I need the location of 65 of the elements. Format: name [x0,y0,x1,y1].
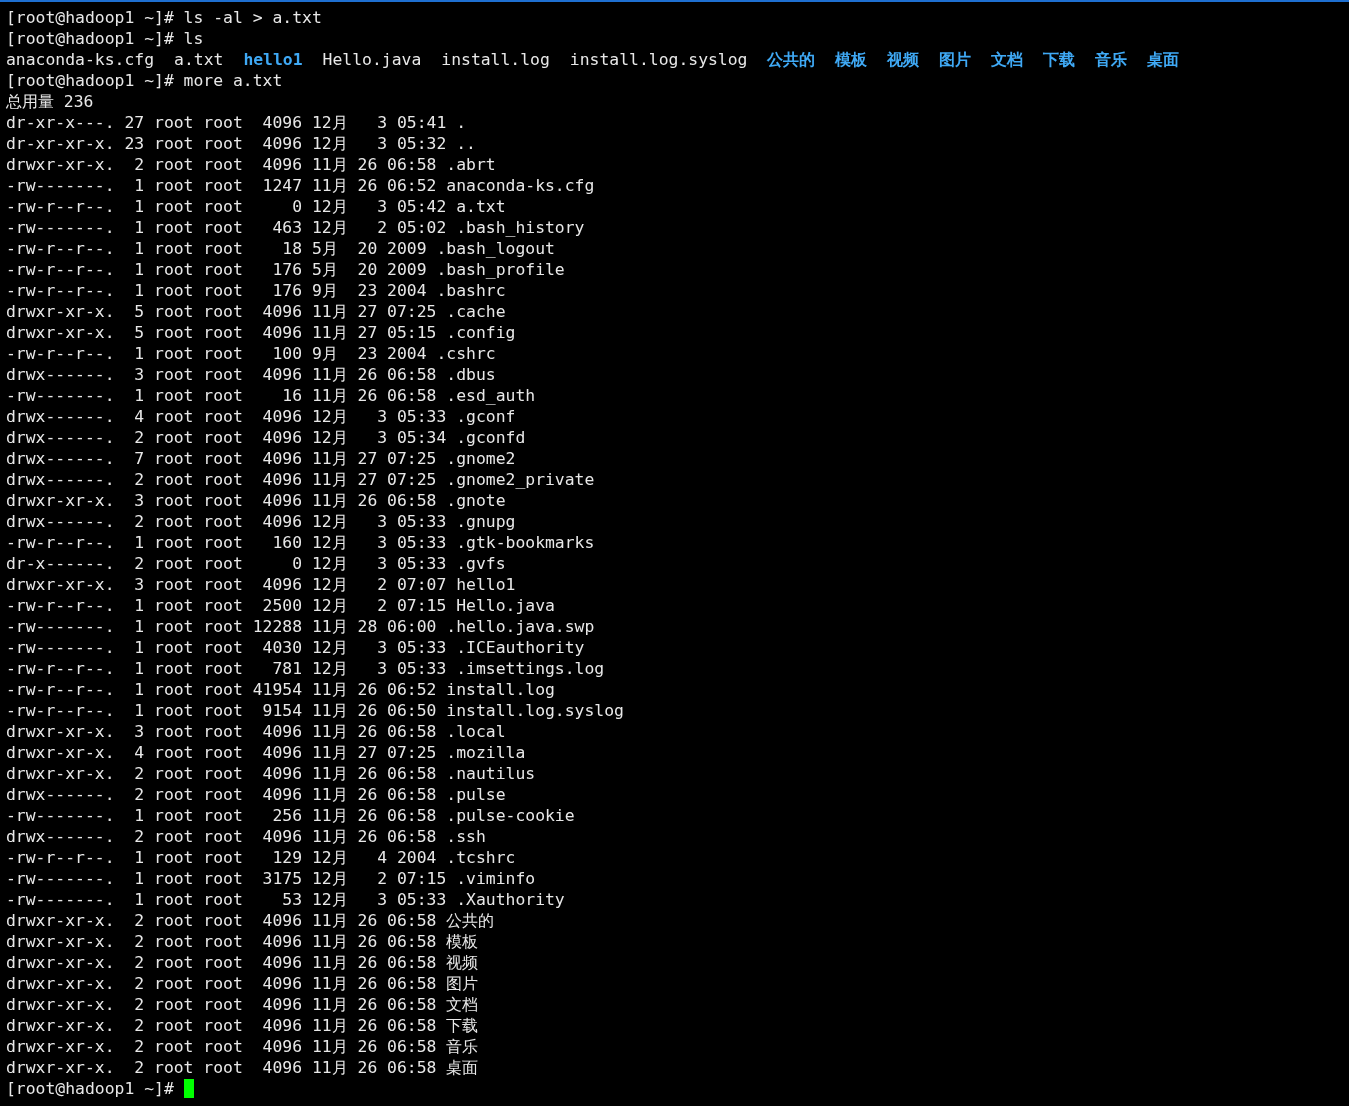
output-line: drwxr-xr-x. 2 root root 4096 11月 26 06:58 桌面 [6,1057,479,1078]
directory-name: 下载 [1043,49,1076,70]
output-line: -rw-r--r--. 1 root root 176 9月 23 2004 .bashrc [6,280,506,301]
output-line: drwxr-xr-x. 2 root root 4096 11月 26 06:58 下载 [6,1015,479,1036]
output-line: -rw-------. 1 root root 16 11月 26 06:58 .esd_auth [6,385,536,406]
output-line: drwxr-xr-x. 3 root root 4096 11月 26 06:58 .local [6,721,506,742]
output-line: dr-xr-x---. 27 root root 4096 12月 3 05:41 . [6,112,467,133]
file-name: install.log.syslog [569,49,748,70]
output-line: -rw-------. 1 root root 12288 11月 28 06:00 .hello.java.swp [6,616,595,637]
output-line: drwx------. 2 root root 4096 12月 3 05:34 .gconfd [6,427,526,448]
output-line: drwxr-xr-x. 2 root root 4096 11月 26 06:58 模板 [6,931,479,952]
command-prompt-line: [root@hadoop1 ~]# ls [6,28,204,49]
output-line: drwxr-xr-x. 2 root root 4096 11月 26 06:58 .nautilus [6,763,536,784]
output-line: -rw-r--r--. 1 root root 160 12月 3 05:33 .gtk-bookmarks [6,532,595,553]
output-line: drwx------. 3 root root 4096 11月 26 06:58 .dbus [6,364,496,385]
output-line: drwxr-xr-x. 5 root root 4096 11月 27 07:25 .cache [6,301,506,322]
output-line: drwxr-xr-x. 2 root root 4096 11月 26 06:58 公共的 [6,910,495,931]
output-line: drwx------. 2 root root 4096 11月 27 07:25 .gnome2_private [6,469,595,490]
output-line: -rw-r--r--. 1 root root 2500 12月 2 07:15 Hello.java [6,595,555,616]
directory-name: 模板 [835,49,868,70]
output-line: drwx------. 2 root root 4096 12月 3 05:33 .gnupg [6,511,516,532]
output-line: -rw-r--r--. 1 root root 9154 11月 26 06:50 install.log.syslog [6,700,624,721]
file-name: anaconda-ks.cfg [6,49,155,70]
output-line: drwx------. 4 root root 4096 12月 3 05:33 .gconf [6,406,516,427]
command-prompt-line: [root@hadoop1 ~]# more a.txt [6,70,283,91]
file-name: Hello.java [322,49,422,70]
directory-name: 文档 [991,49,1024,70]
output-line: dr-x------. 2 root root 0 12月 3 05:33 .gvfs [6,553,506,574]
output-line: drwxr-xr-x. 5 root root 4096 11月 27 05:15 .config [6,322,516,343]
output-line: drwxr-xr-x. 3 root root 4096 12月 2 07:07 hello1 [6,574,516,595]
file-name: install.log [441,49,550,70]
output-line: -rw-r--r--. 1 root root 0 12月 3 05:42 a.txt [6,196,506,217]
output-line: dr-xr-xr-x. 23 root root 4096 12月 3 05:32 .. [6,133,476,154]
output-line: -rw-r--r--. 1 root root 781 12月 3 05:33 .imsettings.log [6,658,605,679]
output-line: -rw-------. 1 root root 4030 12月 3 05:33 .ICEauthority [6,637,585,658]
output-line: drwxr-xr-x. 4 root root 4096 11月 27 07:25 .mozilla [6,742,526,763]
directory-name: 公共的 [767,49,816,70]
directory-name: 视频 [887,49,920,70]
output-line: -rw-------. 1 root root 1247 11月 26 06:52 anaconda-ks.cfg [6,175,595,196]
output-line: -rw-------. 1 root root 463 12月 2 05:02 .bash_history [6,217,585,238]
output-line: -rw-r--r--. 1 root root 176 5月 20 2009 .bash_profile [6,259,565,280]
directory-name: hello1 [243,49,303,70]
command-prompt-line: [root@hadoop1 ~]# [6,1078,174,1099]
output-line: -rw-r--r--. 1 root root 41954 11月 26 06:52 install.log [6,679,555,700]
output-line: -rw-------. 1 root root 3175 12月 2 07:15 .viminfo [6,868,536,889]
directory-name: 音乐 [1095,49,1128,70]
command-prompt-line: [root@hadoop1 ~]# ls -al > a.txt [6,7,322,28]
output-line: 总用量 236 [6,91,94,112]
output-line: drwxr-xr-x. 2 root root 4096 11月 26 06:58 音乐 [6,1036,479,1057]
output-line: drwx------. 2 root root 4096 11月 26 06:58 .pulse [6,784,506,805]
output-line: drwx------. 7 root root 4096 11月 27 07:25 .gnome2 [6,448,516,469]
output-line: drwxr-xr-x. 2 root root 4096 11月 26 06:58 视频 [6,952,479,973]
output-line: drwx------. 2 root root 4096 11月 26 06:58 .ssh [6,826,486,847]
output-line: -rw-------. 1 root root 53 12月 3 05:33 .Xauthority [6,889,565,910]
output-line: drwxr-xr-x. 2 root root 4096 11月 26 06:58 文档 [6,994,479,1015]
output-line: -rw-r--r--. 1 root root 100 9月 23 2004 .cshrc [6,343,496,364]
output-line: drwxr-xr-x. 2 root root 4096 11月 26 06:58 图片 [6,973,479,994]
output-line: drwxr-xr-x. 3 root root 4096 11月 26 06:58 .gnote [6,490,506,511]
output-line: drwxr-xr-x. 2 root root 4096 11月 26 06:58 .abrt [6,154,496,175]
directory-name: 桌面 [1147,49,1180,70]
output-line: -rw-r--r--. 1 root root 129 12月 4 2004 .tcshrc [6,847,516,868]
output-line: -rw-------. 1 root root 256 11月 26 06:58 .pulse-cookie [6,805,575,826]
file-name: a.txt [174,49,224,70]
directory-name: 图片 [939,49,972,70]
output-line: -rw-r--r--. 1 root root 18 5月 20 2009 .bash_logout [6,238,555,259]
